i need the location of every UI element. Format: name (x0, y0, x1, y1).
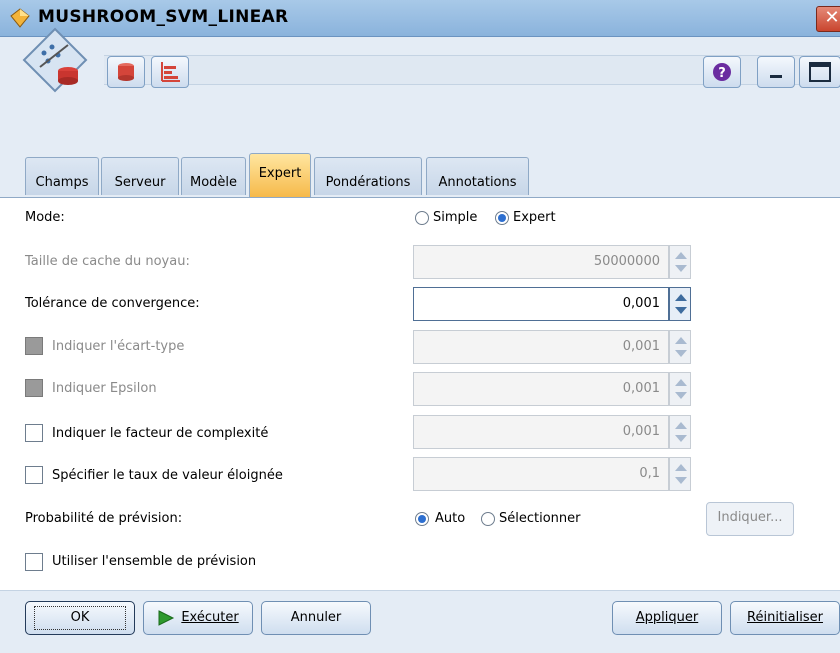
valeur-eloignee-label: Spécifier le taux de valeur éloignée (52, 468, 283, 483)
complexite-label: Indiquer le facteur de complexité (52, 426, 269, 441)
probabilite-auto-radio[interactable] (415, 512, 429, 526)
cancel-button[interactable]: Annuler (261, 601, 371, 635)
ensemble-label: Utiliser l'ensemble de prévision (52, 554, 257, 569)
cache-spinner (669, 245, 691, 279)
mode-simple-label: Simple (433, 210, 478, 225)
ecart-type-checkbox (25, 337, 43, 355)
cache-label: Taille de cache du noyau: (25, 254, 190, 269)
complexite-checkbox[interactable] (25, 424, 43, 442)
valeur-eloignee-field: 0,1 (413, 457, 669, 491)
tab-bar: Champs Serveur Modèle Expert Pondération… (0, 153, 840, 198)
window-title: MUSHROOM_SVM_LINEAR (38, 7, 289, 27)
minimize-icon[interactable] (757, 56, 795, 88)
complexite-field: 0,001 (413, 415, 669, 449)
run-label: Exécuter (181, 610, 239, 625)
tolerance-field[interactable]: 0,001 (413, 287, 669, 321)
help-icon[interactable]: ? (703, 56, 741, 88)
app-icon (10, 8, 30, 28)
probabilite-selectionner-radio[interactable] (481, 512, 495, 526)
ecart-type-field: 0,001 (413, 330, 669, 364)
close-icon[interactable]: ✕ (816, 6, 840, 32)
epsilon-label: Indiquer Epsilon (52, 381, 157, 396)
probabilite-selectionner-label: Sélectionner (499, 511, 581, 526)
maximize-icon[interactable] (799, 56, 840, 88)
indiquer-button: Indiquer... (706, 502, 794, 536)
tab-modele[interactable]: Modèle (181, 157, 246, 195)
ensemble-checkbox[interactable] (25, 553, 43, 571)
mode-label: Mode: (25, 210, 65, 225)
tolerance-label: Tolérance de convergence: (25, 296, 200, 311)
valeur-eloignee-checkbox[interactable] (25, 466, 43, 484)
probabilite-label: Probabilité de prévision: (25, 511, 183, 526)
tab-ponderations[interactable]: Pondérations (314, 157, 422, 195)
mode-simple-radio[interactable] (415, 211, 429, 225)
apply-button[interactable]: Appliquer (612, 601, 722, 635)
reset-button[interactable]: Réinitialiser (730, 601, 840, 635)
epsilon-checkbox (25, 379, 43, 397)
run-button[interactable]: Exécuter (143, 601, 253, 635)
probabilite-auto-label: Auto (435, 511, 466, 526)
node-icon (22, 27, 88, 93)
epsilon-field: 0,001 (413, 372, 669, 406)
tab-serveur[interactable]: Serveur (101, 157, 179, 195)
tab-champs[interactable]: Champs (25, 157, 99, 195)
tab-annotations[interactable]: Annotations (426, 157, 529, 195)
ecart-type-spinner (669, 330, 691, 364)
footer: OK Exécuter Annuler Appliquer Réinitiali… (0, 590, 840, 653)
tab-expert[interactable]: Expert (249, 153, 311, 197)
epsilon-spinner (669, 372, 691, 406)
title-bar: MUSHROOM_SVM_LINEAR ✕ (0, 0, 840, 37)
mode-expert-radio[interactable] (495, 211, 509, 225)
ok-label: OK (33, 606, 127, 630)
ecart-type-label: Indiquer l'écart-type (52, 339, 185, 354)
tolerance-spinner[interactable] (669, 287, 691, 321)
mode-expert-label: Expert (513, 210, 556, 225)
database-icon[interactable] (107, 56, 145, 88)
cache-field: 50000000 (413, 245, 669, 279)
complexite-spinner (669, 415, 691, 449)
ok-button[interactable]: OK (25, 601, 135, 635)
svg-text:?: ? (718, 66, 726, 81)
chart-icon[interactable] (151, 56, 189, 88)
valeur-eloignee-spinner (669, 457, 691, 491)
run-icon (158, 609, 175, 626)
